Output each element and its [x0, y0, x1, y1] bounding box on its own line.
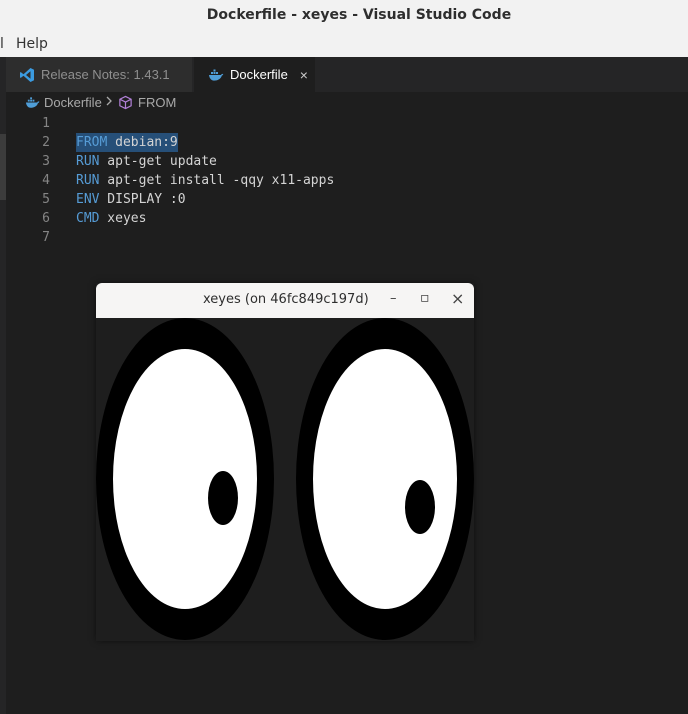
code-keyword: CMD	[76, 211, 100, 226]
menu-item-partial[interactable]: l	[0, 36, 4, 52]
window-titlebar: Dockerfile - xeyes - Visual Studio Code	[0, 0, 688, 30]
breadcrumb-file[interactable]: Dockerfile	[25, 95, 102, 110]
line-number: 1	[42, 116, 50, 131]
minimize-icon[interactable]: –	[390, 291, 397, 306]
tab-dockerfile[interactable]: Dockerfile ×	[194, 57, 315, 92]
window-title: Dockerfile - xeyes - Visual Studio Code	[206, 7, 512, 23]
line-number: 6	[42, 211, 50, 226]
line-number: 4	[42, 173, 50, 188]
code-text: apt-get install -qqy x11-apps	[99, 173, 335, 188]
xeyes-titlebar[interactable]: xeyes (on 46fc849c197d) – ▫ ×	[96, 283, 474, 318]
menu-bar: l Help	[0, 30, 688, 57]
left-eye-white	[113, 349, 257, 609]
close-icon[interactable]: ×	[451, 289, 464, 308]
chevron-right-icon	[104, 94, 114, 108]
code-text: apt-get update	[99, 154, 217, 169]
right-eye-pupil	[405, 480, 435, 534]
code-keyword: RUN	[76, 154, 100, 169]
symbol-cube-icon	[118, 95, 133, 110]
xeyes-canvas	[96, 318, 474, 641]
code-line[interactable]: RUN apt-get install -qqy x11-apps	[76, 171, 334, 190]
left-eye-pupil	[208, 471, 238, 525]
code-line-selected[interactable]: FROM debian:9	[76, 133, 178, 152]
tab-release-notes[interactable]: Release Notes: 1.43.1	[6, 57, 193, 92]
line-number: 3	[42, 154, 50, 169]
tab-label: Release Notes: 1.43.1	[41, 67, 170, 82]
vscode-logo-icon	[19, 67, 35, 83]
line-number: 2	[42, 135, 50, 150]
xeyes-window-title: xeyes (on 46fc849c197d)	[203, 292, 369, 307]
breadcrumb-symbol-label: FROM	[138, 95, 177, 110]
code-line[interactable]: ENV DISPLAY :0	[76, 190, 186, 209]
code-text: xeyes	[99, 211, 147, 226]
docker-whale-icon	[25, 95, 40, 110]
tab-label: Dockerfile	[230, 67, 288, 82]
code-text: debian:9	[107, 135, 178, 150]
right-eye-white	[313, 349, 457, 609]
close-icon[interactable]: ×	[300, 67, 308, 83]
menu-item-help[interactable]: Help	[16, 36, 48, 52]
breadcrumb-file-label: Dockerfile	[44, 95, 102, 110]
activity-bar-edge	[0, 92, 6, 114]
code-keyword: RUN	[76, 173, 100, 188]
xeyes-window[interactable]: xeyes (on 46fc849c197d) – ▫ ×	[96, 283, 474, 641]
breadcrumb-symbol[interactable]: FROM	[118, 95, 176, 110]
editor-tab-bar: Release Notes: 1.43.1 Dockerfile ×	[0, 57, 688, 92]
code-text: DISPLAY :0	[99, 192, 186, 207]
docker-whale-icon	[208, 67, 224, 83]
line-number: 5	[42, 192, 50, 207]
code-line[interactable]: RUN apt-get update	[76, 152, 217, 171]
line-number: 7	[42, 230, 50, 245]
breadcrumb: Dockerfile FROM	[0, 92, 688, 114]
code-keyword: FROM	[76, 135, 108, 150]
maximize-icon[interactable]: ▫	[420, 290, 430, 306]
code-line[interactable]: CMD xeyes	[76, 209, 146, 228]
code-keyword: ENV	[76, 192, 100, 207]
